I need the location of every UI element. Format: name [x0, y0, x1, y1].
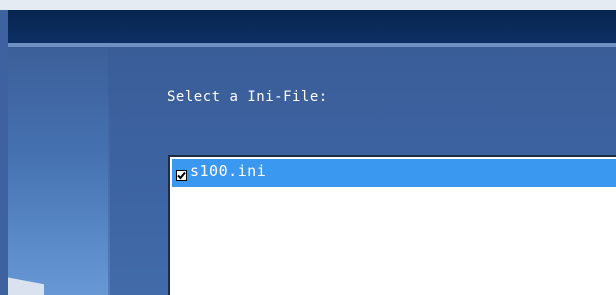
list-item-label: s100.ini — [190, 162, 267, 180]
ini-file-list[interactable]: s100.ini — [168, 155, 616, 295]
list-item-s100[interactable]: s100.ini — [172, 159, 616, 187]
check-icon[interactable] — [176, 169, 187, 181]
title-bar — [8, 10, 616, 43]
side-divider — [108, 95, 110, 295]
select-ini-label: Select a Ini-File: — [167, 89, 328, 105]
side-decoration — [8, 47, 108, 295]
background — [0, 0, 616, 10]
window-left-edge — [0, 10, 8, 295]
